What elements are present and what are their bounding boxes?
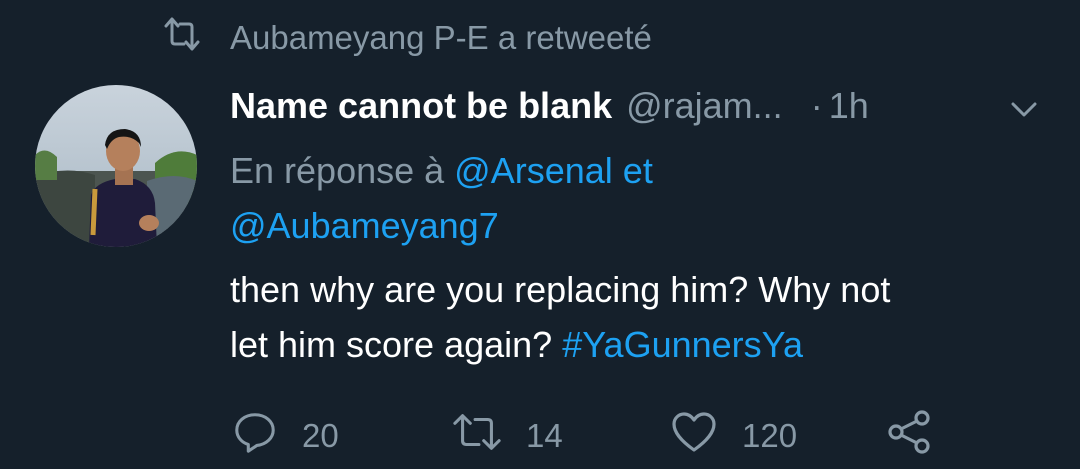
tweet-header: Name cannot be blank @rajam... · 1h bbox=[230, 78, 1050, 134]
reply-icon bbox=[232, 409, 302, 463]
tweet-actions: 20 14 120 bbox=[230, 408, 1080, 464]
reply-button[interactable]: 20 bbox=[232, 408, 339, 464]
retweet-icon bbox=[162, 14, 230, 62]
avatar[interactable] bbox=[35, 85, 197, 247]
reply-prefix: En réponse à bbox=[230, 150, 445, 191]
retweet-context: Aubameyang P-E a retweeté bbox=[162, 14, 652, 62]
reply-mention-aubameyang[interactable]: @Aubameyang7 bbox=[230, 205, 499, 246]
tweet-text-line-2: let him score again? #YaGunnersYa bbox=[230, 317, 1060, 372]
tweet-timestamp[interactable]: 1h bbox=[829, 85, 869, 127]
like-count: 120 bbox=[742, 417, 798, 454]
chevron-down-icon[interactable] bbox=[1008, 92, 1040, 124]
share-button[interactable] bbox=[886, 408, 958, 464]
like-button[interactable]: 120 bbox=[670, 408, 797, 464]
tweet-text-line-1: then why are you replacing him? Why not bbox=[230, 269, 891, 310]
reply-mention-arsenal[interactable]: @Arsenal bbox=[454, 150, 613, 191]
author-name[interactable]: Name cannot be blank bbox=[230, 85, 612, 127]
reply-context: En réponse à @Arsenal et @Aubameyang7 bbox=[230, 143, 790, 253]
tweet-text-part: let him score again? bbox=[230, 324, 553, 365]
tweet-body: then why are you replacing him? Why not … bbox=[230, 262, 1060, 372]
author-handle[interactable]: @rajam... bbox=[626, 85, 783, 127]
share-icon bbox=[886, 408, 958, 464]
separator-dot: · bbox=[810, 85, 823, 126]
retweet-context-text: Aubameyang P-E a retweeté bbox=[230, 19, 652, 56]
hashtag-link[interactable]: #YaGunnersYa bbox=[562, 324, 803, 365]
reply-count: 20 bbox=[302, 417, 339, 454]
retweet-icon bbox=[452, 410, 526, 462]
retweet-button[interactable]: 14 bbox=[452, 408, 563, 464]
heart-icon bbox=[670, 410, 742, 462]
retweet-count: 14 bbox=[526, 417, 563, 454]
reply-joiner: et bbox=[622, 150, 653, 191]
